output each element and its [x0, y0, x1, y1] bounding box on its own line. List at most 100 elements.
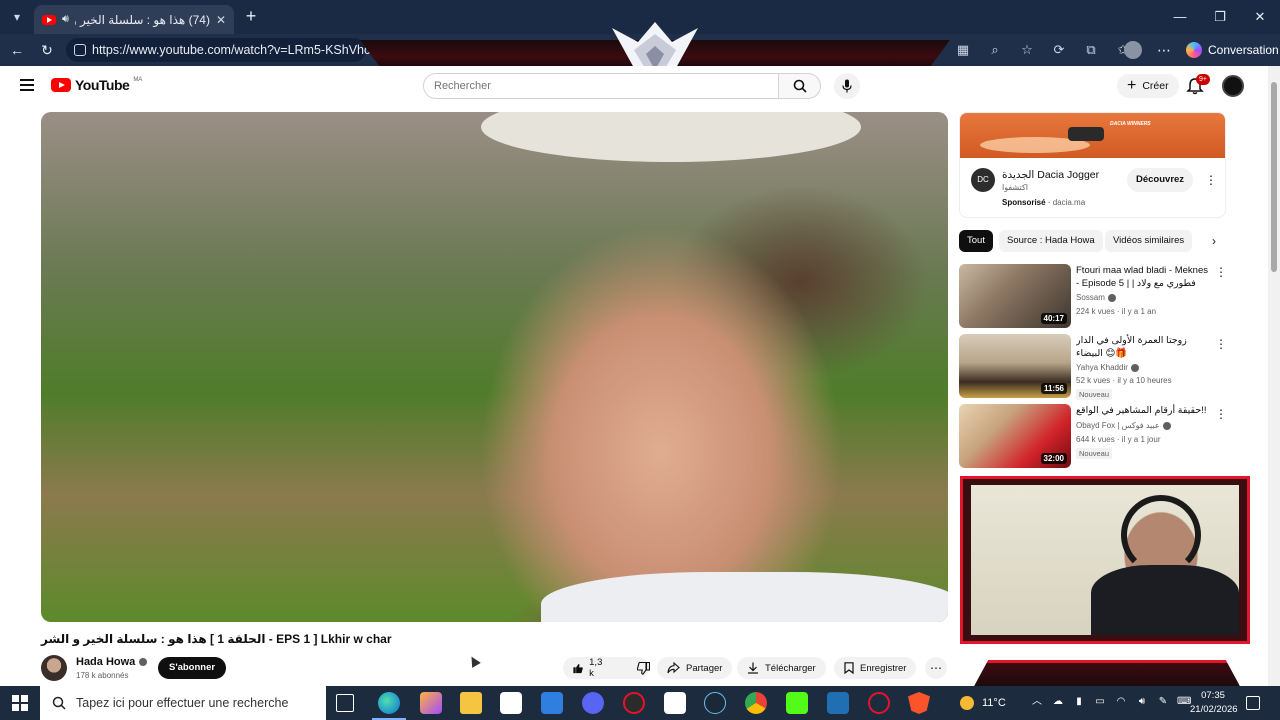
search-button[interactable]	[779, 73, 821, 99]
address-bar[interactable]: https://www.youtube.com/watch?v=LRm5-KSh…	[66, 38, 370, 62]
tab-close-icon[interactable]: ✕	[216, 13, 226, 27]
battery-icon[interactable]: ▭	[1093, 695, 1107, 709]
verified-badge-icon	[1130, 363, 1139, 372]
chips-next-arrow-icon[interactable]: ›	[1207, 230, 1221, 252]
maximize-button[interactable]: ❐	[1200, 0, 1240, 34]
apps-icon[interactable]: ▦	[952, 39, 974, 61]
sponsored-ad-card[interactable]: DACIA WINNERS DC الجديدة Dacia Jogger اك…	[959, 112, 1226, 218]
chrome-icon[interactable]	[745, 692, 767, 714]
bookmark-icon	[844, 662, 854, 674]
subscribe-button[interactable]: S'abonner	[158, 657, 227, 679]
youtube-logo[interactable]: YouTube MA	[51, 77, 142, 93]
pen-icon[interactable]: ✎	[1156, 695, 1170, 709]
show-hidden-icons-icon[interactable]: ︿	[1030, 695, 1044, 709]
ad-more-options-icon[interactable]: ⋮	[1204, 171, 1218, 189]
notification-center-icon[interactable]	[1246, 696, 1260, 710]
channel-avatar[interactable]	[41, 655, 67, 681]
chip-all[interactable]: Tout	[959, 230, 993, 252]
copilot-app-icon[interactable]	[420, 692, 442, 714]
weather-temperature: 11°C	[982, 697, 1006, 709]
ad-domain: dacia.ma	[1052, 198, 1086, 207]
url-text: https://www.youtube.com/watch?v=LRm5-KSh…	[92, 43, 371, 57]
channel-name: Hada Howa	[76, 656, 136, 668]
wifi-icon[interactable]: ◠	[1114, 695, 1128, 709]
page-scrollbar[interactable]	[1268, 66, 1280, 686]
recommendation-item[interactable]: 32:00 حقيقة أرقام المشاهير في الواقع!! O…	[959, 404, 1227, 468]
usb-icon[interactable]: ▮	[1072, 695, 1086, 709]
refresh-extension-icon[interactable]: ⟳	[1048, 39, 1070, 61]
taskbar-clock[interactable]: 07:35 21/02/2026	[1190, 689, 1238, 717]
recommendation-channel-name: Sossam	[1076, 293, 1105, 302]
recommendation-more-icon[interactable]: ⋮	[1215, 406, 1227, 422]
favorite-star-icon[interactable]: ☆	[1016, 39, 1038, 61]
youtube-wordmark: YouTube	[75, 77, 130, 93]
recommendation-item[interactable]: 40:17 Ftouri maa wlad bladi - Meknes - E…	[959, 264, 1227, 328]
more-actions-button[interactable]: ⋯	[925, 657, 947, 679]
reload-button[interactable]: ↻	[36, 39, 58, 61]
taskbar-search-input[interactable]	[76, 696, 306, 710]
browser-tab-youtube[interactable]: 🔊︎ (74) هذا هو : سلسلة الخير و الش ✕	[34, 5, 234, 34]
site-info-icon[interactable]	[74, 44, 86, 56]
video-frame-hat	[481, 112, 861, 162]
close-window-button[interactable]: ✕	[1240, 0, 1280, 34]
chip-source[interactable]: Source : Hada Howa	[999, 230, 1103, 252]
video-player[interactable]	[41, 112, 948, 622]
task-view-icon[interactable]	[336, 694, 354, 712]
generic-app-icon[interactable]	[827, 692, 849, 714]
language-icon[interactable]: ⌨	[1177, 695, 1191, 709]
onedrive-icon[interactable]: ☁︎	[1051, 695, 1065, 709]
ad-cta-button[interactable]: Découvrez	[1127, 168, 1194, 192]
download-button[interactable]: Télécharger	[737, 657, 826, 679]
browser-menu-icon[interactable]: ⋯	[1153, 39, 1175, 61]
zoom-icon[interactable]: ⌕	[984, 39, 1006, 61]
taskbar-search-box[interactable]	[40, 686, 326, 720]
system-tray-weather[interactable]: 11°C	[960, 686, 1006, 720]
minimize-button[interactable]: —	[1160, 0, 1200, 34]
recommendation-more-icon[interactable]: ⋮	[1215, 264, 1227, 280]
search-input[interactable]	[423, 73, 779, 99]
create-button[interactable]: + Créer	[1117, 74, 1179, 98]
browser-profile-avatar[interactable]	[1124, 41, 1142, 59]
scrollbar-thumb[interactable]	[1271, 82, 1277, 272]
copilot-conversation-button[interactable]: Conversation	[1180, 38, 1280, 62]
speaker-icon[interactable]: 🔊︎	[62, 13, 69, 26]
file-explorer-icon[interactable]	[460, 692, 482, 714]
recommendation-more-icon[interactable]: ⋮	[1215, 336, 1227, 352]
video-duration: 11:56	[1040, 383, 1067, 394]
volume-icon[interactable]: 🔊︎	[1135, 695, 1149, 709]
recommendation-thumbnail[interactable]: 11:56	[959, 334, 1071, 398]
opera-gx-icon[interactable]	[868, 692, 890, 714]
channel-name-link[interactable]: Hada Howa	[76, 656, 148, 668]
like-button[interactable]: 1,3 k	[563, 657, 615, 679]
recommendation-title: حقيقة أرقام المشاهير في الواقع!!	[1076, 405, 1207, 416]
back-button[interactable]: ←	[6, 39, 28, 61]
thumbs-up-icon	[573, 663, 583, 673]
discord-icon[interactable]	[582, 692, 604, 714]
tab-actions-menu-icon[interactable]: ▾	[6, 6, 28, 28]
more-horizontal-icon: ⋯	[930, 661, 942, 675]
share-button[interactable]: Partager	[657, 657, 733, 679]
microsoft-store-icon[interactable]	[500, 692, 522, 714]
dislike-button[interactable]	[627, 657, 660, 679]
extensions-icon[interactable]: ⧉	[1080, 39, 1102, 61]
new-tab-button[interactable]: +	[240, 6, 262, 28]
save-button[interactable]: Enregistrer	[834, 657, 917, 679]
edge-browser-icon[interactable]	[372, 692, 406, 720]
recommendation-item[interactable]: 11:56 زوجتا العمرة الأولى في الدار البيض…	[959, 334, 1227, 400]
guide-menu-icon[interactable]	[20, 79, 34, 91]
steam-icon[interactable]	[704, 692, 726, 714]
account-avatar[interactable]	[1222, 75, 1244, 97]
ad-sponsored-line: Sponsorisé · dacia.ma	[1002, 198, 1086, 207]
filter-chips: Tout Source : Hada Howa Vidéos similaire…	[959, 230, 1221, 252]
recommendation-thumbnail[interactable]: 40:17	[959, 264, 1071, 328]
photos-app-icon[interactable]	[664, 692, 686, 714]
obs-studio-icon[interactable]	[623, 692, 645, 714]
mail-icon[interactable]	[541, 692, 563, 714]
chip-similar[interactable]: Vidéos similaires	[1105, 230, 1193, 252]
recommendation-channel: Sossam	[1076, 293, 1116, 302]
kick-app-icon[interactable]	[786, 692, 808, 714]
voice-search-button[interactable]	[834, 73, 860, 99]
start-button[interactable]	[12, 695, 28, 711]
brave-browser-icon[interactable]	[908, 692, 930, 714]
recommendation-thumbnail[interactable]: 32:00	[959, 404, 1071, 468]
